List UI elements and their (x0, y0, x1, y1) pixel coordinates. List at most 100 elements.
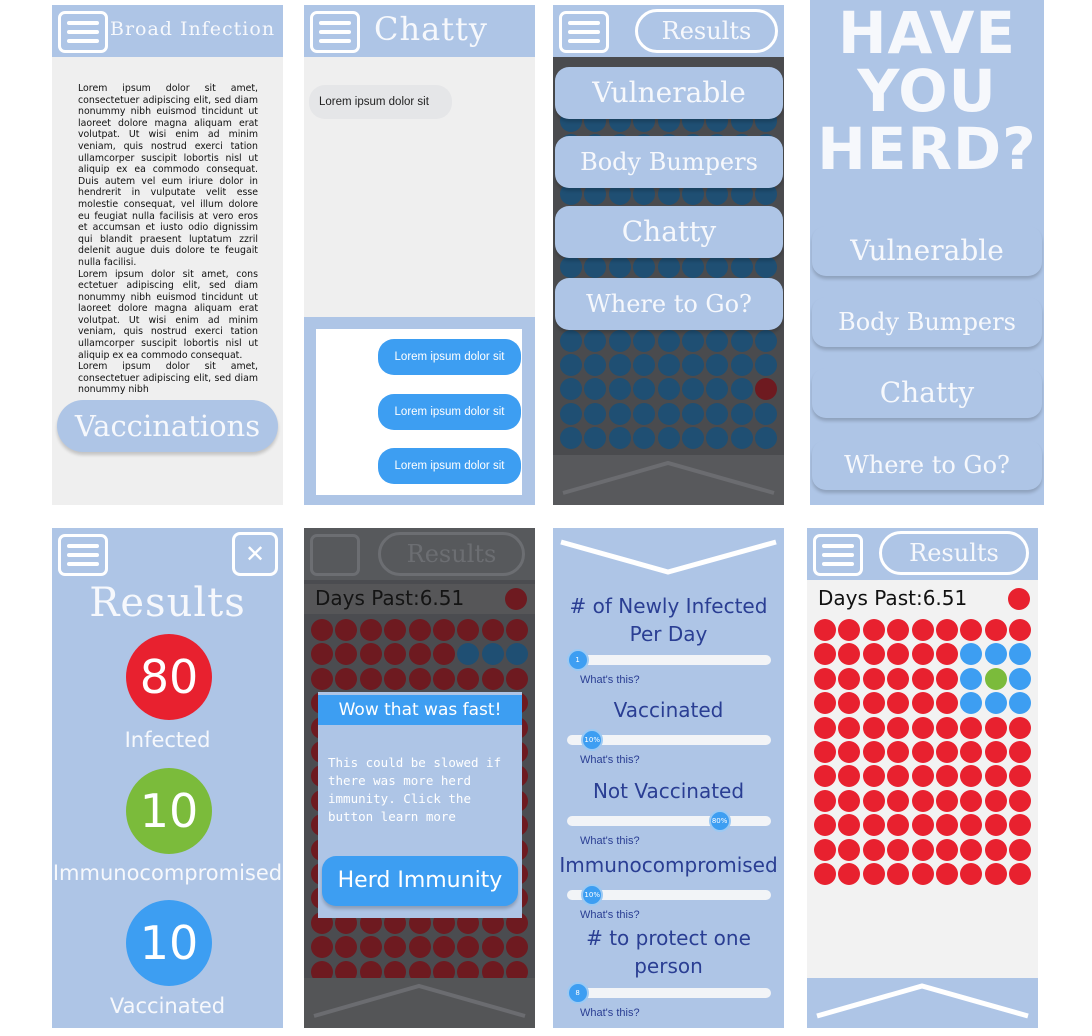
person-dot (311, 643, 333, 666)
person-dot (633, 256, 656, 279)
outgoing-message[interactable]: Lorem ipsum dolor sit (378, 339, 521, 375)
header-bar: Chatty (304, 5, 535, 57)
person-dot (311, 667, 333, 690)
menu-item-chatty[interactable]: Chatty (555, 206, 783, 258)
popup-message: This could be slowed if there was more h… (328, 755, 502, 824)
person-dot (936, 765, 958, 788)
person-dot (706, 378, 729, 401)
app-logo-title: HAVE YOU HERD? (810, 4, 1044, 178)
person-dot (657, 256, 680, 279)
bottom-tray (304, 978, 535, 1028)
slider-track[interactable] (567, 988, 771, 998)
outgoing-message[interactable]: Lorem ipsum dolor sit (378, 394, 521, 430)
person-dot (408, 619, 431, 641)
herd-immunity-button[interactable]: Herd Immunity (322, 856, 518, 906)
person-dot (838, 667, 861, 690)
menu-item-where-to-go[interactable]: Where to Go? (555, 278, 783, 330)
person-dot (960, 863, 983, 885)
chevron-down-icon[interactable] (553, 532, 784, 578)
whats-this-link[interactable]: What's this? (580, 909, 640, 921)
whats-this-link[interactable]: What's this? (580, 754, 640, 766)
person-dot (706, 256, 729, 279)
whats-this-link[interactable]: What's this? (580, 674, 640, 686)
person-dot (814, 667, 836, 690)
whats-this-link[interactable]: What's this? (580, 835, 640, 847)
slider-knob[interactable]: 1 (566, 649, 589, 671)
infected-label: Infected (124, 728, 211, 752)
person-dot (814, 716, 836, 739)
hamburger-menu-icon[interactable] (58, 11, 108, 53)
person-dot (814, 741, 836, 763)
person-dot (984, 667, 1007, 690)
person-dot (408, 667, 431, 690)
screen-title: Chatty (374, 10, 488, 48)
person-dot (359, 936, 382, 959)
slider-knob[interactable]: 10% (581, 884, 604, 906)
person-dot (838, 765, 861, 788)
results-button[interactable]: Results (378, 532, 525, 576)
person-dot (936, 643, 958, 666)
slider-knob[interactable]: 80% (708, 810, 731, 832)
results-button[interactable]: Results (879, 531, 1029, 575)
menu-item-body-bumpers[interactable]: Body Bumpers (812, 297, 1042, 347)
title-line: HAVE (838, 0, 1016, 67)
chevron-up-icon[interactable] (304, 978, 535, 1028)
person-dot (1009, 667, 1032, 690)
hamburger-menu-icon[interactable] (58, 534, 108, 576)
close-icon[interactable]: ✕ (232, 532, 278, 576)
person-dot (838, 692, 861, 715)
person-dot (936, 716, 958, 739)
hamburger-menu-icon[interactable] (310, 11, 360, 53)
menu-item-chatty[interactable]: Chatty (812, 368, 1042, 418)
person-dot (862, 765, 885, 788)
person-dot (862, 814, 885, 837)
person-dot (1009, 863, 1032, 885)
person-dot (682, 256, 704, 279)
person-dot (1009, 643, 1032, 666)
chatty-screen: Chatty Lorem ipsum dolor sit Lorem ipsum… (304, 5, 535, 505)
menu-item-vulnerable[interactable]: Vulnerable (555, 67, 783, 119)
slider-knob[interactable]: 10% (581, 729, 604, 751)
person-dot (838, 838, 861, 861)
person-dot (960, 667, 983, 690)
results-button[interactable]: Results (635, 9, 778, 53)
person-dot (506, 619, 529, 641)
paragraph: Lorem ipsum dolor sit amet, consectetuer… (78, 361, 258, 396)
slider-title: Not Vaccinated (592, 779, 745, 803)
header-bar: Results (304, 528, 535, 580)
person-dot (862, 619, 885, 641)
hamburger-menu-icon[interactable] (310, 534, 360, 576)
person-dot (730, 256, 753, 279)
person-dot (862, 667, 885, 690)
whats-this-link[interactable]: What's this? (580, 1007, 640, 1019)
vaccinations-button[interactable]: Vaccinations (57, 400, 278, 452)
slider-track[interactable] (567, 655, 771, 665)
menu-item-body-bumpers[interactable]: Body Bumpers (555, 136, 783, 188)
menu-item-where-to-go[interactable]: Where to Go? (812, 440, 1042, 490)
popup-screen: Results Days Past:6.51 Wow that was fast… (304, 528, 535, 1028)
outgoing-message[interactable]: Lorem ipsum dolor sit (378, 448, 521, 484)
person-dot (481, 619, 504, 641)
slider-title: # to protect one person (586, 926, 751, 978)
person-dot (936, 619, 958, 641)
person-dot (584, 354, 607, 376)
person-dot (408, 936, 431, 959)
hamburger-menu-icon[interactable] (813, 534, 863, 576)
person-dot (1009, 814, 1032, 837)
slider-title: Vaccinated (613, 698, 724, 722)
chevron-up-icon[interactable] (553, 455, 784, 505)
hamburger-menu-icon[interactable] (559, 11, 609, 53)
person-dot (384, 643, 407, 666)
menu-item-vulnerable[interactable]: Vulnerable (812, 226, 1042, 276)
person-dot (960, 692, 983, 715)
person-dot (814, 643, 836, 666)
person-dot (560, 402, 582, 425)
slider-knob[interactable]: 8 (566, 982, 589, 1004)
person-dot (584, 378, 607, 401)
chevron-up-icon[interactable] (807, 978, 1038, 1028)
slider-title: # of Newly Infected Per Day (569, 594, 768, 646)
person-dot (682, 354, 704, 376)
slider-track[interactable] (567, 816, 771, 826)
person-dot (384, 619, 407, 641)
person-dot (911, 765, 934, 788)
